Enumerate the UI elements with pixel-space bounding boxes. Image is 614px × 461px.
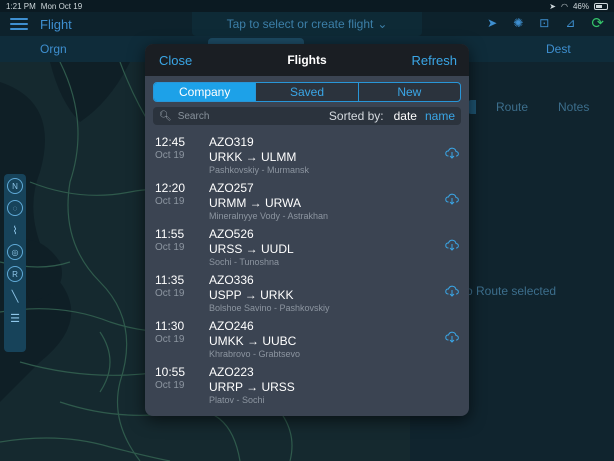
- chevron-down-icon: ⌄: [377, 17, 388, 31]
- navigation-icon[interactable]: ➤: [487, 16, 497, 32]
- flight-list: 12:45 Oct 19 AZO319 URKK → ULMM Pashkovs…: [145, 133, 469, 409]
- flight-time: 12:20: [155, 181, 186, 195]
- flight-row[interactable]: 10:55 Oct 19 AZO223 URRP → URSS Platov -…: [145, 363, 469, 409]
- flight-cities: Sochi - Tunoshna: [209, 257, 280, 267]
- refresh-button[interactable]: Refresh: [411, 53, 457, 68]
- flight-id: AZO257: [209, 181, 254, 195]
- flights-modal: Close Flights Refresh Company Saved New …: [145, 44, 469, 416]
- flight-route: URMM → URWA: [209, 196, 301, 210]
- layers-icon[interactable]: ◎: [7, 244, 23, 260]
- flight-date: Oct 19: [155, 380, 185, 391]
- wifi-icon: ◠: [561, 1, 568, 11]
- flight-date: Oct 19: [155, 196, 185, 207]
- flight-time: 11:35: [155, 273, 185, 287]
- menu-icon[interactable]: [10, 18, 28, 30]
- flight-date: Oct 19: [155, 334, 185, 345]
- profile-chart-icon[interactable]: ⌇: [7, 222, 23, 238]
- flight-select-button[interactable]: Tap to select or create flight ⌄: [192, 12, 422, 36]
- modal-header: Close Flights Refresh: [145, 44, 469, 76]
- flight-date: Oct 19: [155, 150, 185, 161]
- flight-row[interactable]: 11:55 Oct 19 AZO526 URSS → UUDL Sochi - …: [145, 225, 469, 271]
- flight-cities: Platov - Sochi: [209, 395, 265, 405]
- cloud-download-icon[interactable]: [445, 147, 459, 159]
- flight-route: URRP → URSS: [209, 380, 295, 394]
- destination-field[interactable]: Dest: [546, 42, 571, 56]
- segment-new[interactable]: New: [359, 83, 460, 101]
- cloud-download-icon[interactable]: [445, 331, 459, 343]
- flight-row[interactable]: 12:45 Oct 19 AZO319 URKK → ULMM Pashkovs…: [145, 133, 469, 179]
- flight-time: 11:55: [155, 227, 185, 241]
- flight-time: 12:45: [155, 135, 186, 149]
- flight-cities: Bolshoe Savino - Pashkovskiy: [209, 303, 330, 313]
- battery-icon: [594, 2, 608, 10]
- segment-saved[interactable]: Saved: [256, 83, 359, 101]
- flight-route: UMKK → UUBC: [209, 334, 297, 348]
- flight-source-segmented: Company Saved New: [153, 82, 461, 102]
- location-arrow-icon: ➤: [549, 1, 556, 11]
- flight-id: AZO223: [209, 365, 254, 379]
- flight-cities: Khrabrovo - Grabtsevo: [209, 349, 301, 359]
- status-time: 1:21 PM: [6, 1, 36, 11]
- flight-date: Oct 19: [155, 288, 185, 299]
- battery-percent: 46%: [572, 1, 589, 11]
- tab-route[interactable]: Route: [496, 100, 528, 114]
- flight-row[interactable]: 12:20 Oct 19 AZO257 URMM → URWA Mineraln…: [145, 179, 469, 225]
- flight-row[interactable]: 11:35 Oct 19 AZO336 USPP → URKK Bolshoe …: [145, 271, 469, 317]
- app-title: Flight: [40, 16, 72, 32]
- sorted-by-label: Sorted by:: [328, 109, 384, 123]
- flight-id: AZO319: [209, 135, 254, 149]
- flight-route: USPP → URKK: [209, 288, 294, 302]
- brightness-icon[interactable]: ✺: [513, 16, 523, 32]
- map-toolbar: N ◌ ⌇ ◎ R ╲ ☰: [4, 174, 26, 352]
- segment-company[interactable]: Company: [154, 83, 257, 101]
- sort-by-date-button[interactable]: date: [394, 109, 417, 123]
- origin-field[interactable]: Orgn: [40, 42, 67, 56]
- flight-time: 10:55: [155, 365, 186, 379]
- top-app-bar: Flight Tap to select or create flight ⌄ …: [0, 12, 614, 36]
- tab-notes[interactable]: Notes: [558, 100, 589, 114]
- flight-id: AZO526: [209, 227, 254, 241]
- flight-time: 11:30: [155, 319, 185, 333]
- cloud-download-icon[interactable]: [445, 285, 459, 297]
- ruler-icon[interactable]: ╲: [7, 288, 23, 304]
- flight-route: URKK → ULMM: [209, 150, 297, 164]
- lock-icon[interactable]: ⊡: [539, 16, 549, 32]
- flight-date: Oct 19: [155, 242, 185, 253]
- search-sort-row: 🔍︎ Search Sorted by: date name: [153, 107, 461, 125]
- empty-route-text: o Route selected: [466, 284, 557, 298]
- flight-select-label: Tap to select or create flight: [226, 17, 374, 31]
- globe-icon[interactable]: ◌: [7, 200, 23, 216]
- compass-icon[interactable]: N: [7, 178, 23, 194]
- flight-cities: Mineralnyye Vody - Astrakhan: [209, 211, 329, 221]
- stack-icon[interactable]: ☰: [7, 310, 23, 326]
- flight-cities: Pashkovskiy - Murmansk: [209, 165, 310, 175]
- search-icon: 🔍︎: [159, 110, 172, 122]
- cloud-download-icon[interactable]: [445, 239, 459, 251]
- sort-by-name-button[interactable]: name: [425, 109, 455, 123]
- route-icon[interactable]: R: [7, 266, 23, 282]
- filter-icon[interactable]: ⊿: [565, 16, 575, 32]
- flight-route: URSS → UUDL: [209, 242, 294, 256]
- cloud-download-icon[interactable]: [445, 193, 459, 205]
- flight-row[interactable]: 11:30 Oct 19 AZO246 UMKK → UUBC Khrabrov…: [145, 317, 469, 363]
- flight-id: AZO246: [209, 319, 254, 333]
- sync-icon[interactable]: ⟳: [591, 14, 604, 32]
- search-input[interactable]: Search: [178, 111, 329, 122]
- status-bar: 1:21 PM Mon Oct 19 ➤ ◠ 46%: [0, 0, 614, 12]
- flight-id: AZO336: [209, 273, 254, 287]
- panel-tab-segment[interactable]: [468, 100, 476, 114]
- status-date: Mon Oct 19: [40, 1, 83, 11]
